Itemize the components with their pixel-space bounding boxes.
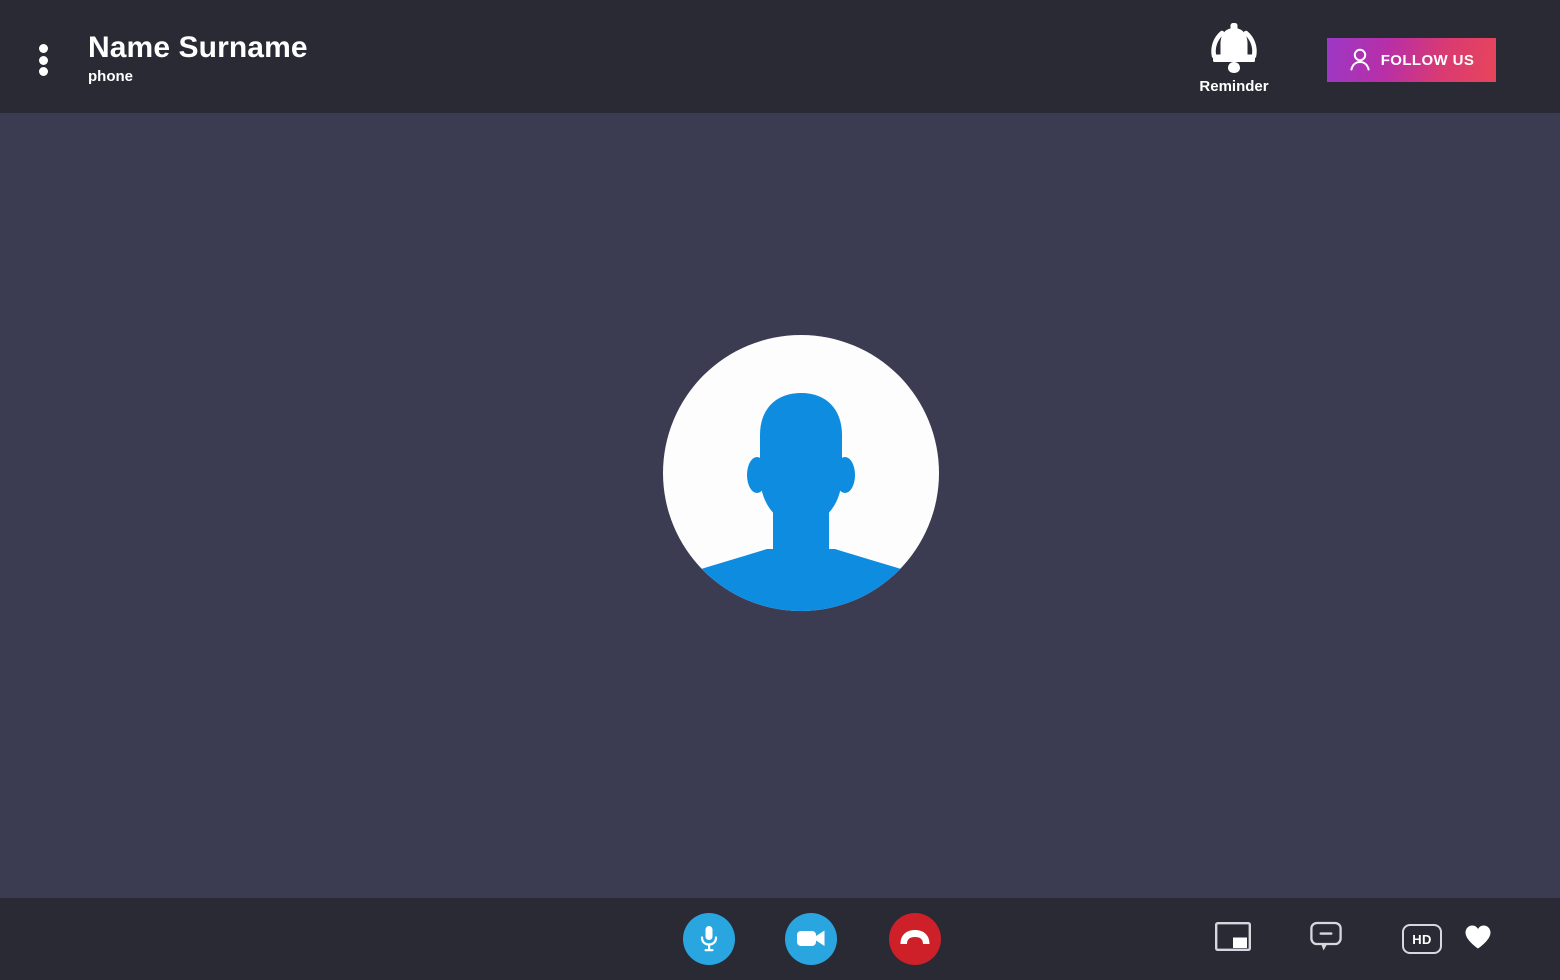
person-avatar-placeholder: [663, 335, 939, 611]
video-camera-icon: [796, 927, 826, 952]
bell-ringing-icon: [1188, 12, 1280, 76]
contact-name: Name Surname: [88, 31, 308, 64]
contact-info: Name Surname phone: [88, 30, 308, 87]
chat-button[interactable]: [1304, 917, 1348, 961]
hangup-button[interactable]: [889, 913, 941, 965]
avatar: [663, 335, 939, 611]
phone-hangup-icon: [899, 929, 931, 950]
call-header: Name Surname phone Reminder FOLLOW US: [0, 0, 1560, 113]
heart-icon: [1464, 924, 1492, 955]
picture-in-picture-icon: [1215, 922, 1251, 956]
favorite-button[interactable]: [1456, 917, 1500, 961]
contact-subtitle: phone: [88, 68, 133, 85]
reminder-label: Reminder: [1199, 78, 1269, 95]
picture-in-picture-button[interactable]: [1211, 917, 1255, 961]
video-stage: [0, 113, 1560, 898]
follow-us-button[interactable]: FOLLOW US: [1327, 38, 1496, 82]
person-outline-icon: [1349, 47, 1371, 74]
kebab-dot: [38, 44, 48, 53]
camera-button[interactable]: [785, 913, 837, 965]
hd-label: HD: [1412, 931, 1432, 947]
microphone-icon: [696, 923, 722, 956]
chat-bubble-icon: [1310, 921, 1342, 958]
hd-badge-icon: HD: [1402, 924, 1442, 954]
call-control-bar: HD: [0, 898, 1560, 980]
video-call-screen: Name Surname phone Reminder FOLLOW US HD: [0, 0, 1560, 980]
kebab-dot: [38, 55, 48, 65]
hd-quality-button[interactable]: HD: [1400, 917, 1444, 961]
kebab-menu-icon[interactable]: [36, 44, 50, 76]
kebab-dot: [38, 67, 48, 76]
microphone-button[interactable]: [683, 913, 735, 965]
follow-us-label: FOLLOW US: [1380, 51, 1475, 69]
reminder-button[interactable]: Reminder: [1188, 12, 1280, 95]
